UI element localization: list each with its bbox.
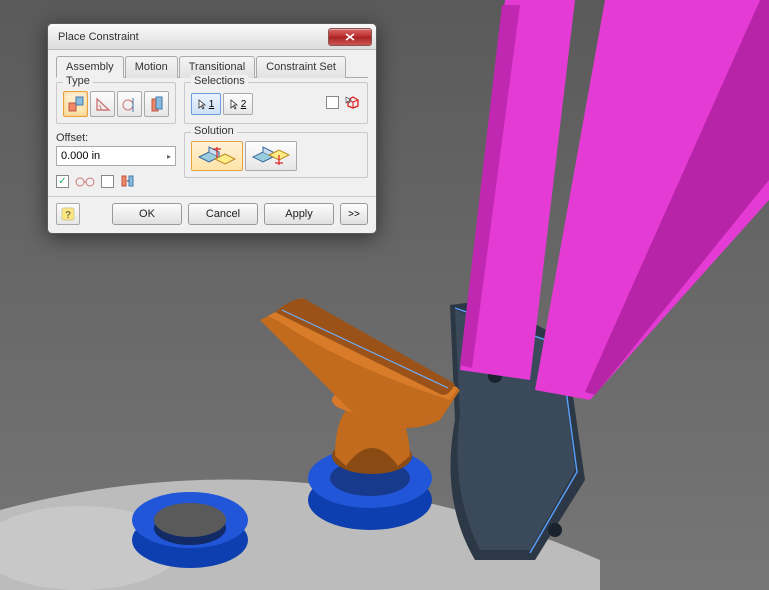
limits-icon bbox=[120, 174, 136, 188]
solution-label: Solution bbox=[191, 125, 237, 137]
close-button[interactable] bbox=[328, 28, 372, 46]
preview-glasses-icon bbox=[75, 175, 95, 187]
selection-2-num: 2 bbox=[241, 99, 247, 110]
selections-label: Selections bbox=[191, 75, 248, 87]
pick-part-checkbox[interactable] bbox=[326, 96, 339, 109]
expand-button[interactable]: >> bbox=[340, 203, 368, 225]
apply-button[interactable]: Apply bbox=[264, 203, 334, 225]
pick-arrow-icon bbox=[230, 99, 239, 110]
dialog-body: Assembly Motion Transitional Constraint … bbox=[48, 50, 376, 196]
group-type: Type bbox=[56, 82, 176, 124]
tangent-icon bbox=[121, 95, 139, 113]
cancel-button[interactable]: Cancel bbox=[188, 203, 258, 225]
mate-icon bbox=[67, 95, 85, 113]
solution-flush-icon bbox=[249, 145, 293, 167]
help-icon: ? bbox=[61, 207, 75, 221]
show-preview-checkbox[interactable] bbox=[101, 175, 114, 188]
group-selections: Selections 1 2 bbox=[184, 82, 368, 124]
constraint-type-tangent[interactable] bbox=[117, 91, 142, 117]
selection-1-button[interactable]: 1 bbox=[191, 93, 221, 115]
dialog-titlebar[interactable]: Place Constraint bbox=[48, 24, 376, 50]
pick-part-icon bbox=[345, 95, 361, 109]
ok-button[interactable]: OK bbox=[112, 203, 182, 225]
group-solution: Solution bbox=[184, 132, 368, 178]
constraint-type-angle[interactable] bbox=[90, 91, 115, 117]
type-label: Type bbox=[63, 75, 93, 87]
selection-2-button[interactable]: 2 bbox=[223, 93, 253, 115]
angle-icon bbox=[94, 95, 112, 113]
dialog-title: Place Constraint bbox=[58, 31, 328, 43]
close-x-icon bbox=[345, 33, 355, 41]
solution-mate-button[interactable] bbox=[191, 141, 243, 171]
offset-label: Offset: bbox=[56, 132, 176, 144]
tab-constraint-set[interactable]: Constraint Set bbox=[256, 56, 346, 78]
place-constraint-dialog: Place Constraint Assembly Motion Transit… bbox=[47, 23, 377, 234]
dropdown-arrow-icon: ▸ bbox=[167, 152, 171, 161]
predict-offset-checkbox[interactable] bbox=[56, 175, 69, 188]
offset-value: 0.000 in bbox=[61, 150, 100, 162]
offset-input[interactable]: 0.000 in ▸ bbox=[56, 146, 176, 166]
svg-text:?: ? bbox=[65, 210, 71, 221]
insert-icon bbox=[148, 95, 166, 113]
selection-1-num: 1 bbox=[209, 99, 215, 110]
tab-motion[interactable]: Motion bbox=[125, 56, 178, 78]
pick-arrow-icon bbox=[198, 99, 207, 110]
help-button[interactable]: ? bbox=[56, 203, 80, 225]
offset-block: Offset: 0.000 in ▸ bbox=[56, 132, 176, 188]
constraint-type-insert[interactable] bbox=[144, 91, 169, 117]
solution-mate-icon bbox=[195, 145, 239, 167]
solution-flush-button[interactable] bbox=[245, 141, 297, 171]
dialog-footer: ? OK Cancel Apply >> bbox=[48, 196, 376, 233]
constraint-type-mate[interactable] bbox=[63, 91, 88, 117]
